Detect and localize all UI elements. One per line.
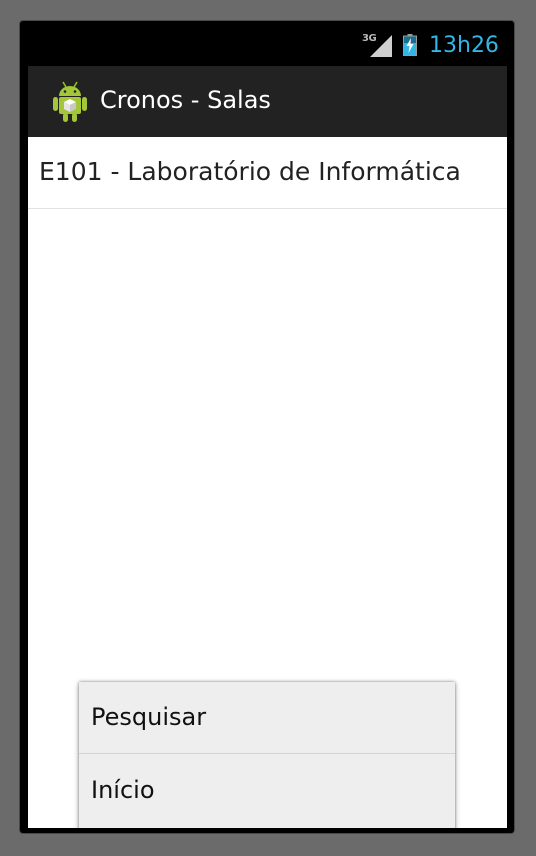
- signal-strength-icon: [370, 35, 392, 57]
- device-frame: 3G 13h26 Cronos - Salas E101 - Laboratór…: [20, 21, 514, 833]
- device-screen: 3G 13h26 Cronos - Salas E101 - Laboratór…: [28, 25, 507, 828]
- list-item-room[interactable]: E101 - Laboratório de Informática: [28, 137, 507, 209]
- menu-item-search[interactable]: Pesquisar: [79, 682, 455, 754]
- battery-charging-icon: [403, 34, 417, 56]
- app-title: Cronos - Salas: [100, 86, 271, 114]
- action-bar: Cronos - Salas: [28, 66, 507, 137]
- list-item-label: E101 - Laboratório de Informática: [39, 157, 461, 186]
- status-clock: 13h26: [429, 33, 499, 58]
- options-menu: Pesquisar Início: [79, 682, 455, 828]
- status-bar: 3G 13h26: [28, 25, 507, 66]
- android-app-icon[interactable]: [50, 80, 90, 124]
- menu-item-home-label: Início: [91, 776, 155, 804]
- menu-item-search-label: Pesquisar: [91, 703, 207, 731]
- menu-item-home[interactable]: Início: [79, 755, 455, 827]
